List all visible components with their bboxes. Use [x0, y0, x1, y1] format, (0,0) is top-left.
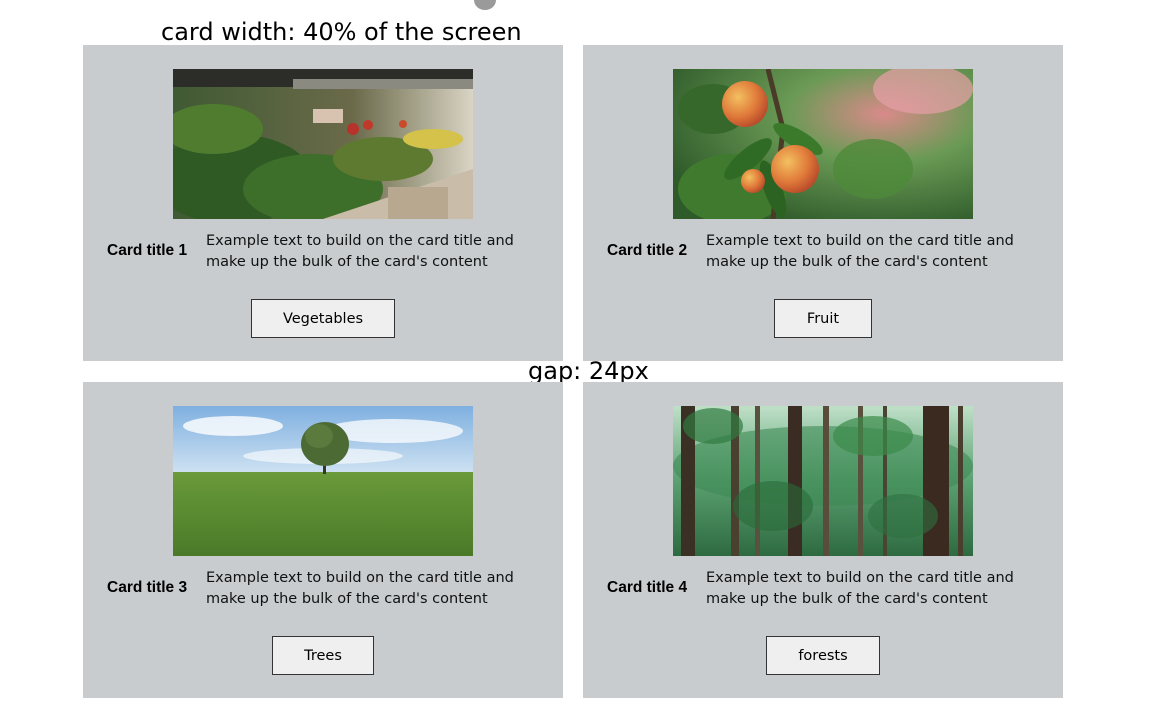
- vegetables-market-image: [173, 69, 473, 219]
- card-title: Card title 2: [607, 242, 688, 259]
- forest-trees-image: [673, 406, 973, 556]
- card-text: Example text to build on the card title …: [206, 233, 514, 270]
- card-title: Card title 4: [607, 579, 688, 596]
- card-fruit: Card title 2 Example text to build on th…: [583, 45, 1063, 361]
- card-forests: Card title 4 Example text to build on th…: [583, 382, 1063, 698]
- scroll-handle-dot: [474, 0, 496, 10]
- card-text: Example text to build on the card title …: [706, 233, 1014, 270]
- trees-button[interactable]: Trees: [272, 636, 374, 675]
- card-width-caption: card width: 40% of the screen: [161, 18, 522, 46]
- card-trees: Card title 3 Example text to build on th…: [83, 382, 563, 698]
- card-title: Card title 1: [107, 242, 188, 259]
- lone-tree-field-image: [173, 406, 473, 556]
- vegetables-button[interactable]: Vegetables: [251, 299, 395, 338]
- forests-button[interactable]: forests: [766, 636, 880, 675]
- card-text: Example text to build on the card title …: [206, 570, 514, 607]
- peaches-on-branch-image: [673, 69, 973, 219]
- fruit-button[interactable]: Fruit: [774, 299, 872, 338]
- card-text: Example text to build on the card title …: [706, 570, 1014, 607]
- card-title: Card title 3: [107, 579, 188, 596]
- card-vegetables: Card title 1 Example text to build on th…: [83, 45, 563, 361]
